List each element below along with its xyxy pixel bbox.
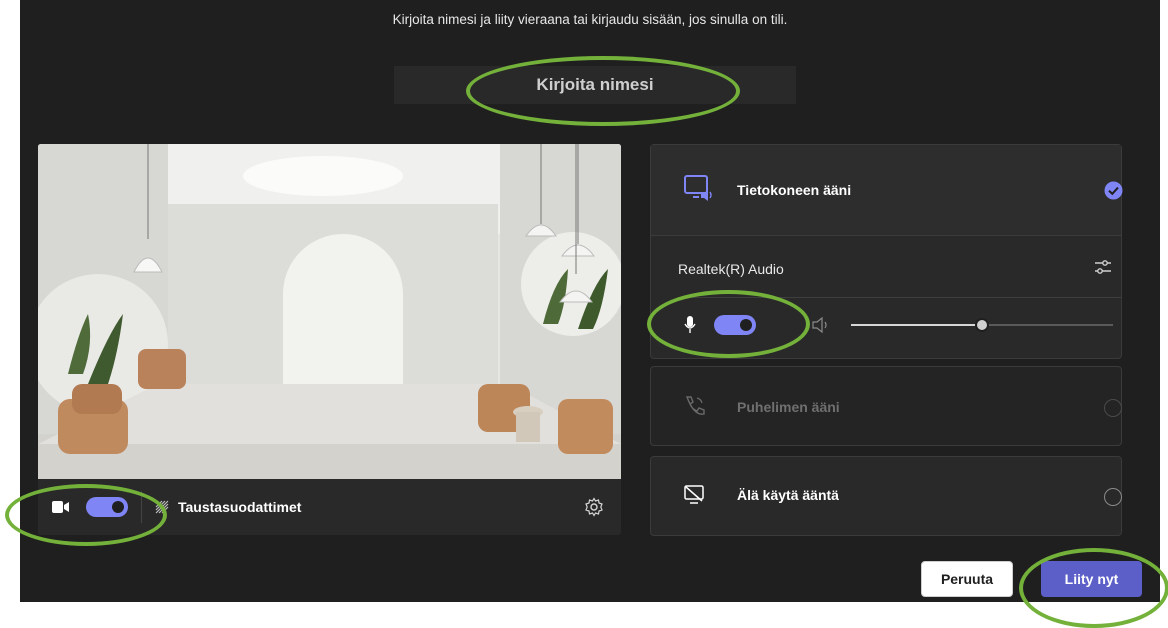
volume-slider[interactable] [851, 316, 1113, 334]
selected-check-icon [1104, 181, 1123, 205]
settings-gear-icon[interactable] [584, 497, 604, 522]
phone-audio-option: Puhelimen ääni [650, 366, 1122, 446]
camera-icon [52, 500, 70, 519]
speaker-icon [811, 316, 831, 339]
phone-audio-radio [1104, 399, 1122, 417]
computer-audio-label: Tietokoneen ääni [737, 182, 852, 198]
no-audio-radio[interactable] [1104, 488, 1122, 506]
volume-slider-thumb[interactable] [975, 318, 989, 332]
computer-audio-panel[interactable]: Tietokoneen ääni Realtek(R) Audio [650, 144, 1123, 359]
background-filters-icon [154, 499, 172, 515]
no-audio-label: Älä käytä ääntä [737, 487, 839, 503]
phone-audio-label: Puhelimen ääni [737, 399, 840, 415]
camera-toggle[interactable] [86, 497, 128, 517]
teams-prejoin-screen: Kirjoita nimesi ja liity vieraana tai ki… [20, 0, 1160, 602]
divider [141, 491, 142, 523]
computer-audio-icon [684, 175, 714, 208]
background-filters-label: Taustasuodattimet [178, 499, 302, 515]
join-now-button[interactable]: Liity nyt [1041, 561, 1142, 597]
cancel-button[interactable]: Peruuta [921, 561, 1013, 597]
device-divider [678, 297, 1122, 298]
name-input[interactable] [394, 66, 796, 104]
camera-toggle-knob [112, 501, 124, 513]
camera-preview-image [38, 144, 621, 479]
preview-controls-bar: Taustasuodattimet [38, 479, 621, 535]
no-audio-option[interactable]: Älä käytä ääntä [650, 456, 1122, 536]
microphone-icon [684, 316, 696, 339]
no-audio-icon [684, 485, 706, 510]
phone-icon [683, 395, 705, 422]
background-filters-button[interactable]: Taustasuodattimet [154, 497, 301, 517]
join-hint-text: Kirjoita nimesi ja liity vieraana tai ki… [392, 12, 788, 27]
device-settings-sliders-icon[interactable] [1094, 259, 1112, 280]
microphone-toggle-knob [740, 319, 752, 331]
room-background-illustration [38, 144, 621, 479]
audio-device-name: Realtek(R) Audio [678, 261, 784, 277]
computer-audio-option[interactable]: Tietokoneen ääni [651, 145, 1123, 236]
video-preview-panel: Taustasuodattimet [38, 144, 621, 535]
volume-slider-fill [851, 324, 982, 326]
microphone-toggle[interactable] [714, 315, 756, 335]
